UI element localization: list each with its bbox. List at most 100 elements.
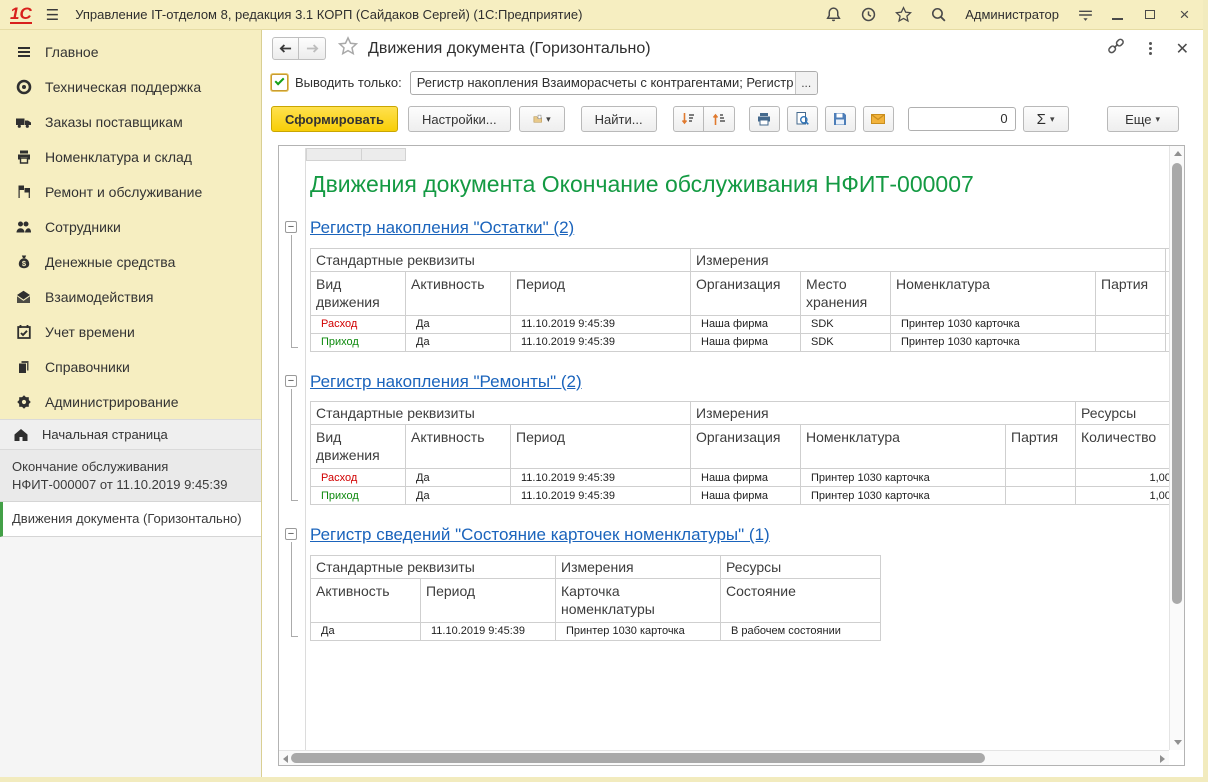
group-header-cell[interactable]: Стандартные реквизиты [311, 555, 556, 578]
maximize-button[interactable] [1141, 6, 1158, 23]
collapse-group-button[interactable]: − [285, 221, 297, 233]
table-cell[interactable]: Да [406, 333, 511, 351]
minimize-button[interactable] [1112, 10, 1123, 20]
register-link[interactable]: Регистр накопления "Ремонты" (2) [310, 370, 1169, 395]
table-cell[interactable]: В рабочем состоянии [721, 622, 881, 640]
sidebar-item-repair[interactable]: Ремонт и обслуживание [0, 174, 261, 209]
sum-button[interactable]: Σ ▾ [1023, 106, 1069, 132]
table-cell[interactable]: 11.10.2019 9:45:39 [511, 333, 691, 351]
table-cell[interactable]: Принтер 1030 карточка [891, 333, 1096, 351]
table-cell[interactable]: Да [406, 469, 511, 487]
table-cell[interactable]: Принтер 1030 карточка [891, 315, 1096, 333]
column-header-cell[interactable]: Период [511, 271, 691, 315]
close-app-button[interactable]: × [1176, 6, 1193, 23]
table-cell[interactable]: Принтер 1030 карточка [801, 469, 1006, 487]
table-cell[interactable]: SDK [801, 315, 891, 333]
table-cell[interactable]: Наша фирма [691, 315, 801, 333]
close-window-button[interactable]: ✕ [1176, 39, 1189, 59]
scroll-up-arrow[interactable] [1174, 151, 1182, 156]
horizontal-scroll-thumb[interactable] [291, 753, 985, 763]
group-header-cell[interactable]: Измерения [556, 555, 721, 578]
table-cell[interactable]: Да [406, 315, 511, 333]
column-header-cell[interactable]: Карточка номенклатуры [556, 578, 721, 622]
column-header-cell[interactable]: Место хранения [801, 271, 891, 315]
more-menu-kebab-icon[interactable] [1149, 42, 1152, 55]
favorites-star-icon[interactable] [895, 6, 912, 23]
table-cell[interactable]: Да [311, 622, 421, 640]
movement-kind-cell[interactable]: Приход [311, 487, 406, 505]
scroll-left-arrow[interactable] [283, 755, 288, 763]
send-email-button[interactable] [863, 106, 894, 132]
table-cell[interactable]: Принтер 1030 карточка [801, 487, 1006, 505]
column-header-cell[interactable]: Активность [311, 578, 421, 622]
column-header-cell[interactable]: Номенклатура [891, 271, 1096, 315]
scroll-down-arrow[interactable] [1174, 740, 1182, 745]
column-header-cell[interactable]: Состояние [721, 578, 881, 622]
column-header-cell[interactable]: Период [511, 425, 691, 469]
sidebar-item-time-tracking[interactable]: Учет времени [0, 314, 261, 349]
column-header-cell[interactable]: Партия [1006, 425, 1076, 469]
column-header-cell[interactable]: Активность [406, 271, 511, 315]
more-button[interactable]: Еще ▾ [1107, 106, 1179, 132]
column-header-cell[interactable]: Организация [691, 271, 801, 315]
table-cell[interactable]: 11.10.2019 9:45:39 [511, 487, 691, 505]
column-header-cell[interactable]: Вид движения [311, 271, 406, 315]
vertical-scroll-thumb[interactable] [1172, 163, 1182, 604]
group-header-cell[interactable]: Ресурсы [1076, 402, 1169, 425]
search-icon[interactable] [930, 6, 947, 23]
table-cell[interactable]: SDK [801, 333, 891, 351]
column-header-cell[interactable]: Организация [691, 425, 801, 469]
collapse-group-button[interactable]: − [285, 375, 297, 387]
movement-kind-cell[interactable]: Расход [311, 469, 406, 487]
movement-kind-cell[interactable]: Расход [311, 315, 406, 333]
print-preview-button[interactable] [787, 106, 818, 132]
get-link-icon[interactable] [1107, 37, 1125, 60]
sidebar-item-support[interactable]: Техническая поддержка [0, 69, 261, 104]
forward-button[interactable] [299, 37, 326, 60]
sort-descending-button[interactable] [673, 106, 704, 132]
table-cell[interactable] [1006, 487, 1076, 505]
settings-button[interactable]: Настройки... [408, 106, 511, 132]
table-cell[interactable]: Наша фирма [691, 487, 801, 505]
sidebar-item-supplier-orders[interactable]: Заказы поставщикам [0, 104, 261, 139]
collapse-group-button[interactable]: − [285, 528, 297, 540]
table-cell[interactable] [1096, 333, 1166, 351]
vertical-scrollbar[interactable] [1169, 146, 1184, 750]
group-header-cell[interactable]: Измерения [691, 402, 1076, 425]
sidebar-item-stock[interactable]: Номенклатура и склад [0, 139, 261, 174]
table-cell[interactable]: 11.10.2019 9:45:39 [421, 622, 556, 640]
sort-ascending-button[interactable] [704, 106, 735, 132]
filter-field[interactable]: Регистр накопления Взаиморасчеты с контр… [410, 71, 818, 95]
sidebar-home[interactable]: Начальная страница [0, 419, 261, 450]
column-header-cell[interactable]: Партия [1096, 271, 1166, 315]
sidebar-tab-1[interactable]: Окончание обслуживания НФИТ-000007 от 11… [0, 450, 261, 502]
print-button[interactable] [749, 106, 780, 132]
column-header-cell[interactable]: Активность [406, 425, 511, 469]
favorite-star-icon[interactable] [338, 36, 358, 61]
table-cell[interactable]: 1,000 [1076, 469, 1169, 487]
group-header-cell[interactable]: Измерения [691, 248, 1166, 271]
group-header-cell[interactable]: Стандартные реквизиты [311, 248, 691, 271]
table-cell[interactable]: 11.10.2019 9:45:39 [511, 315, 691, 333]
sidebar-item-main[interactable]: Главное [0, 34, 261, 69]
scroll-right-arrow[interactable] [1160, 755, 1165, 763]
table-cell[interactable]: Да [406, 487, 511, 505]
sidebar-item-money[interactable]: $Денежные средства [0, 244, 261, 279]
horizontal-scrollbar[interactable] [279, 750, 1169, 765]
movement-kind-cell[interactable]: Приход [311, 333, 406, 351]
back-button[interactable] [272, 37, 299, 60]
find-button[interactable]: Найти... [581, 106, 657, 132]
table-cell[interactable] [1096, 315, 1166, 333]
sidebar-item-catalogs[interactable]: Справочники [0, 349, 261, 384]
notifications-bell-icon[interactable] [825, 6, 842, 23]
save-button[interactable] [825, 106, 856, 132]
table-cell[interactable]: Наша фирма [691, 333, 801, 351]
clipboard-button[interactable]: ▾ [519, 106, 565, 132]
sidebar-item-interactions[interactable]: Взаимодействия [0, 279, 261, 314]
sidebar-item-staff[interactable]: Сотрудники [0, 209, 261, 244]
current-user[interactable]: Администратор [965, 7, 1059, 22]
counter-input[interactable]: 0 [908, 107, 1016, 131]
table-cell[interactable] [1006, 469, 1076, 487]
sidebar-tab-2[interactable]: Движения документа (Горизонтально) [0, 502, 261, 537]
sidebar-item-administration[interactable]: Администрирование [0, 384, 261, 419]
